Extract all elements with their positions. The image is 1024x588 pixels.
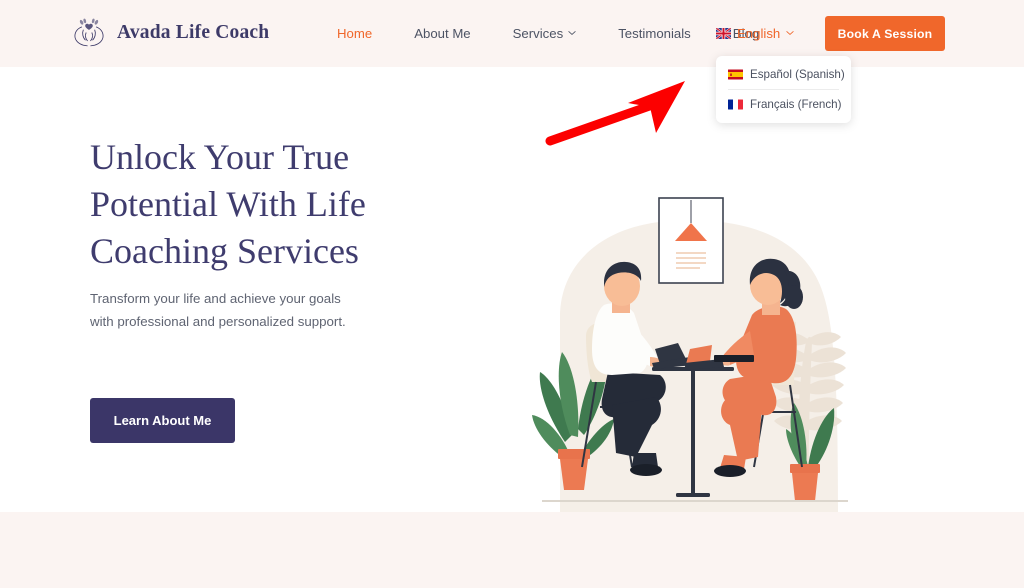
language-switcher-toggle[interactable]: English	[716, 26, 794, 41]
bottom-section-band	[0, 512, 1024, 588]
nav-item-home-label: Home	[337, 26, 373, 41]
brand-logo[interactable]: Avada Life Coach	[72, 17, 269, 48]
chevron-down-icon	[786, 30, 794, 35]
hero-section: Unlock Your True Potential With Life Coa…	[0, 67, 1024, 512]
chevron-down-icon	[568, 30, 576, 35]
nav-item-about-me-label: About Me	[414, 26, 471, 41]
uk-flag-icon	[716, 28, 731, 39]
language-option-spanish[interactable]: Español (Spanish)	[716, 60, 851, 89]
language-switcher-label: English	[737, 26, 781, 41]
spain-flag-icon	[728, 69, 743, 80]
nav-item-testimonials[interactable]: Testimonials	[618, 26, 691, 41]
nav-item-about-me[interactable]: About Me	[414, 26, 470, 41]
language-option-spanish-label: Español (Spanish)	[750, 68, 845, 81]
main-nav: Home About Me Services Testimonials Blog	[337, 0, 759, 67]
framed-picture	[658, 197, 724, 284]
nav-item-services[interactable]: Services	[513, 26, 577, 41]
nav-item-services-label: Services	[512, 26, 564, 41]
learn-about-me-button[interactable]: Learn About Me	[90, 398, 235, 443]
brand-name: Avada Life Coach	[117, 21, 270, 43]
language-option-french[interactable]: Français (French)	[716, 90, 851, 119]
nav-item-testimonials-label: Testimonials	[618, 26, 691, 41]
hero-subtitle: Transform your life and achieve your goa…	[90, 291, 346, 329]
hero-illustration	[532, 197, 848, 512]
language-dropdown-menu: Español (Spanish) Français (French)	[716, 56, 851, 123]
nav-item-home[interactable]: Home	[337, 26, 372, 41]
hands-heart-logo-icon	[74, 18, 104, 47]
book-a-session-button[interactable]: Book A Session	[825, 16, 945, 51]
france-flag-icon	[728, 99, 743, 110]
page-root: Avada Life Coach Home About Me Services …	[0, 0, 1024, 588]
hero-title: Unlock Your True Potential With Life Coa…	[90, 137, 366, 271]
language-option-french-label: Français (French)	[750, 98, 842, 111]
site-header: Avada Life Coach Home About Me Services …	[0, 0, 1024, 67]
